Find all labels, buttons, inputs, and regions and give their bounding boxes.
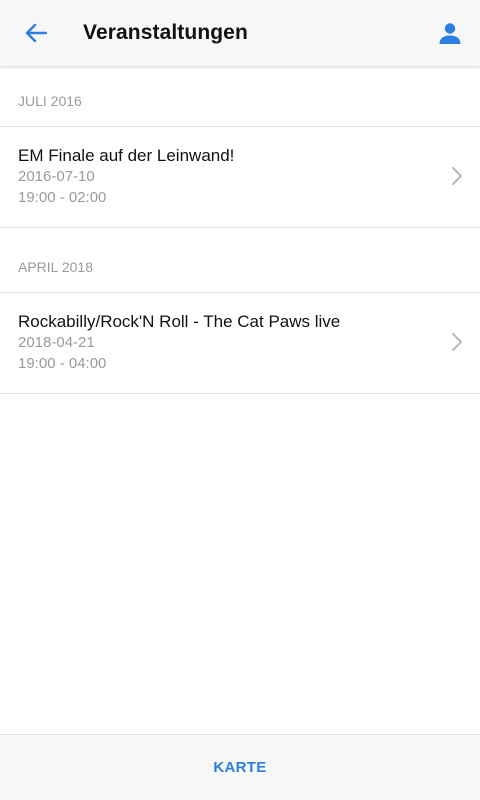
section-header-april-2018: APRIL 2018 bbox=[0, 228, 480, 293]
back-button[interactable] bbox=[0, 0, 72, 66]
screen: Veranstaltungen JULI 2016 EM Finale auf … bbox=[0, 0, 480, 800]
person-icon bbox=[439, 23, 461, 44]
event-list: JULI 2016 EM Finale auf der Leinwand! 20… bbox=[0, 66, 480, 394]
app-bar: Veranstaltungen bbox=[0, 0, 480, 66]
section-header-july-2016: JULI 2016 bbox=[0, 66, 480, 127]
event-time: 19:00 - 02:00 bbox=[18, 189, 107, 206]
map-button[interactable]: KARTE bbox=[193, 749, 286, 786]
event-title: Rockabilly/Rock'N Roll - The Cat Paws li… bbox=[18, 312, 341, 331]
arrow-left-icon bbox=[25, 23, 47, 43]
event-date: 2018-04-21 bbox=[18, 334, 95, 351]
event-row-cat-paws[interactable]: Rockabilly/Rock'N Roll - The Cat Paws li… bbox=[0, 293, 480, 394]
event-title: EM Finale auf der Leinwand! bbox=[18, 146, 235, 165]
chevron-right-icon bbox=[452, 333, 462, 351]
event-time: 19:00 - 04:00 bbox=[18, 355, 107, 372]
profile-button[interactable] bbox=[420, 0, 480, 66]
event-date: 2016-07-10 bbox=[18, 168, 95, 185]
bottom-bar: KARTE bbox=[0, 734, 480, 800]
chevron-right-icon bbox=[452, 167, 462, 185]
event-row-em-finale[interactable]: EM Finale auf der Leinwand! 2016-07-10 1… bbox=[0, 127, 480, 228]
page-title: Veranstaltungen bbox=[83, 21, 248, 44]
